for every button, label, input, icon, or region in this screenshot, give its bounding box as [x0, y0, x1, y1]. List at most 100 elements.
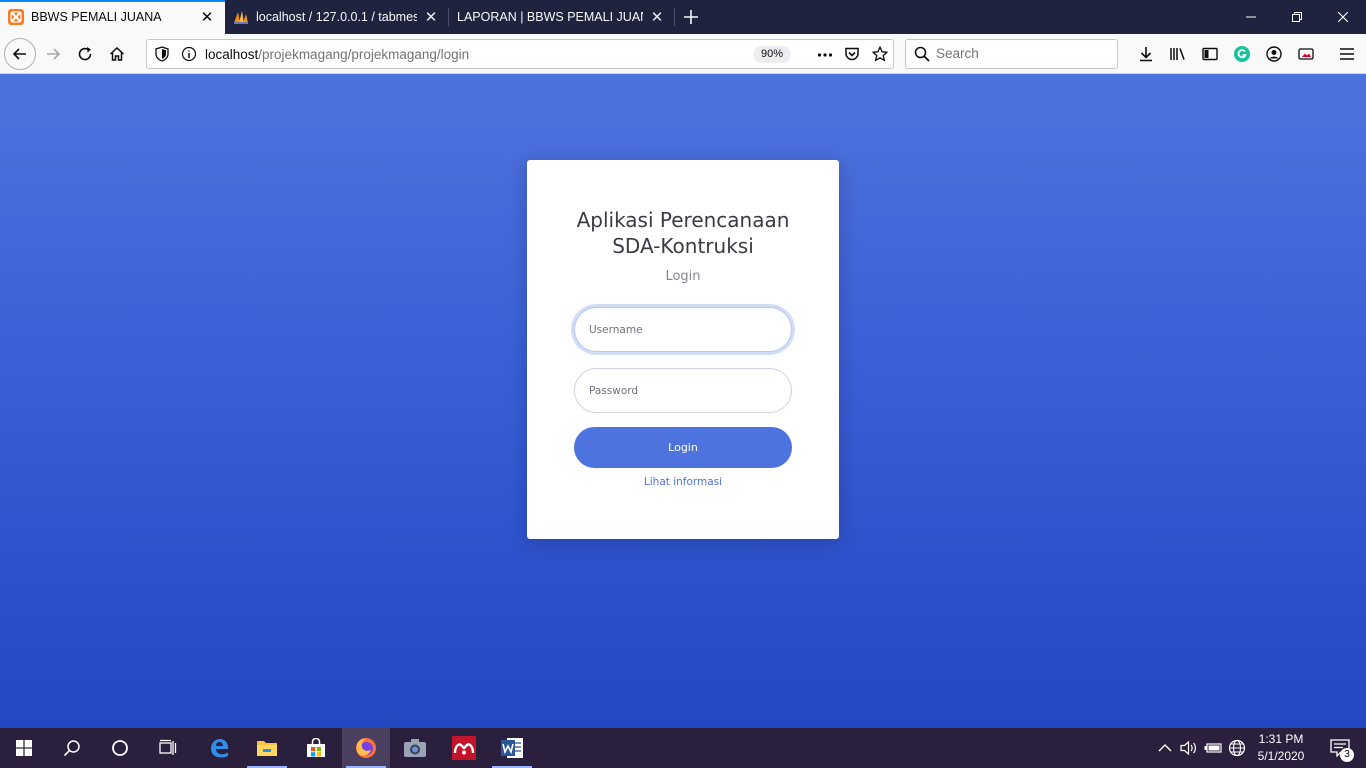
taskbar-store[interactable] [292, 728, 340, 768]
library-icon [1170, 48, 1185, 60]
tab-phpmyadmin[interactable]: localhost / 127.0.0.1 / tabmes / ✕ [225, 0, 449, 34]
search-icon [63, 740, 80, 757]
store-icon [307, 738, 325, 757]
tab-bbws[interactable]: BBWS PEMALI JUANA ✕ [0, 0, 225, 34]
task-view-icon [159, 739, 177, 755]
url-bar[interactable]: localhost/projekmagang/projekmagang/logi… [146, 39, 894, 69]
grammarly-icon [1234, 46, 1250, 62]
url-host: localhost [205, 47, 259, 62]
notification-count-badge: 3 [1340, 748, 1354, 762]
taskbar-file-explorer[interactable] [243, 728, 291, 768]
zoom-level-button[interactable]: 90% [753, 46, 791, 63]
close-tab-icon[interactable]: ✕ [199, 9, 215, 26]
library-button[interactable] [1163, 39, 1193, 69]
login-button[interactable]: Login [574, 427, 792, 468]
tracking-shield-icon[interactable] [155, 46, 169, 62]
taskbar-word[interactable] [488, 728, 536, 768]
screenshot-button[interactable] [1291, 39, 1321, 69]
tab-strip: BBWS PEMALI JUANA ✕ localhost / 127.0.0.… [0, 0, 1366, 34]
page-actions-icon[interactable] [817, 47, 833, 63]
username-input[interactable] [575, 308, 791, 351]
network-button[interactable] [1226, 728, 1248, 768]
back-button[interactable] [4, 38, 36, 70]
clock-date: 5/1/2020 [1257, 749, 1305, 763]
minimize-icon [1246, 16, 1256, 18]
system-clock[interactable]: 1:31 PM 5/1/2020 [1250, 731, 1312, 765]
login-heading: Login [665, 269, 701, 284]
tab-title: localhost / 127.0.0.1 / tabmes / [256, 10, 417, 24]
site-info-icon[interactable] [181, 46, 197, 62]
app-title-line2: SDA-Kontruksi [612, 234, 754, 258]
minimize-button[interactable] [1228, 0, 1274, 34]
app-title: Aplikasi Perencanaan SDA-Kontruksi [527, 207, 839, 259]
sidebar-button[interactable] [1195, 39, 1225, 69]
account-button[interactable] [1259, 39, 1289, 69]
grammarly-button[interactable] [1227, 39, 1257, 69]
taskbar-mendeley[interactable] [440, 728, 488, 768]
task-view-button[interactable] [144, 728, 192, 768]
edge-icon [211, 739, 228, 758]
start-icon [16, 740, 32, 756]
battery-button[interactable] [1202, 728, 1224, 768]
password-input[interactable] [575, 369, 791, 412]
hamburger-menu-icon [1340, 48, 1354, 60]
taskbar-search-button[interactable] [48, 728, 96, 768]
search-bar[interactable] [905, 39, 1118, 69]
close-tab-icon[interactable]: ✕ [423, 9, 439, 26]
chevron-up-icon [1158, 744, 1172, 752]
cortana-icon [112, 740, 128, 756]
action-center-button[interactable]: 3 [1320, 728, 1360, 768]
restore-icon [1292, 12, 1302, 22]
app-title-line1: Aplikasi Perencanaan [576, 208, 790, 232]
password-field [574, 368, 792, 413]
sidebar-icon [1202, 47, 1218, 61]
forward-button[interactable] [38, 39, 68, 69]
reload-icon [78, 47, 92, 61]
bookmark-star-icon[interactable] [872, 46, 888, 62]
mendeley-icon [452, 736, 476, 760]
plus-icon [684, 10, 698, 24]
search-icon [914, 46, 930, 62]
clock-time: 1:31 PM [1258, 732, 1304, 746]
tab-laporan[interactable]: LAPORAN | BBWS PEMALI JUANA ✕ [449, 0, 675, 34]
page-content: Aplikasi Perencanaan SDA-Kontruksi Login… [0, 74, 1366, 728]
cortana-button[interactable] [96, 728, 144, 768]
phpmyadmin-icon [234, 11, 248, 24]
pocket-icon[interactable] [844, 46, 860, 62]
speaker-icon [1180, 740, 1196, 756]
file-explorer-icon [257, 741, 277, 756]
home-icon [109, 46, 125, 61]
close-window-button[interactable] [1320, 0, 1366, 34]
taskbar-camera[interactable] [391, 728, 439, 768]
url-text: localhost/projekmagang/projekmagang/logi… [205, 47, 469, 62]
screenshot-icon [1298, 48, 1314, 60]
xampp-icon [8, 9, 24, 25]
windows-taskbar: 1:31 PM 5/1/2020 3 [0, 728, 1366, 768]
username-field [574, 307, 792, 352]
close-tab-icon[interactable]: ✕ [649, 9, 665, 26]
firefox-icon [356, 738, 376, 758]
info-link[interactable]: Lihat informasi [527, 476, 839, 488]
search-input[interactable] [936, 46, 1106, 61]
restore-button[interactable] [1274, 0, 1320, 34]
taskbar-firefox[interactable] [342, 728, 390, 768]
download-icon [1140, 47, 1152, 62]
menu-button[interactable] [1332, 39, 1362, 69]
new-tab-button[interactable] [675, 0, 707, 34]
battery-icon [1204, 743, 1222, 753]
home-button[interactable] [102, 39, 132, 69]
downloads-button[interactable] [1131, 39, 1161, 69]
back-arrow-icon [12, 48, 26, 60]
globe-icon [1228, 739, 1246, 757]
forward-arrow-icon [47, 48, 61, 60]
start-button[interactable] [0, 728, 48, 768]
navigation-toolbar: localhost/projekmagang/projekmagang/logi… [0, 34, 1366, 74]
volume-button[interactable] [1177, 728, 1201, 768]
url-path: /projekmagang/projekmagang/login [258, 47, 470, 62]
reload-button[interactable] [70, 39, 100, 69]
taskbar-edge[interactable] [195, 728, 243, 768]
camera-icon [404, 739, 426, 757]
show-hidden-icons-button[interactable] [1154, 728, 1176, 768]
login-card: Aplikasi Perencanaan SDA-Kontruksi Login… [527, 160, 839, 539]
close-icon [1338, 12, 1348, 22]
